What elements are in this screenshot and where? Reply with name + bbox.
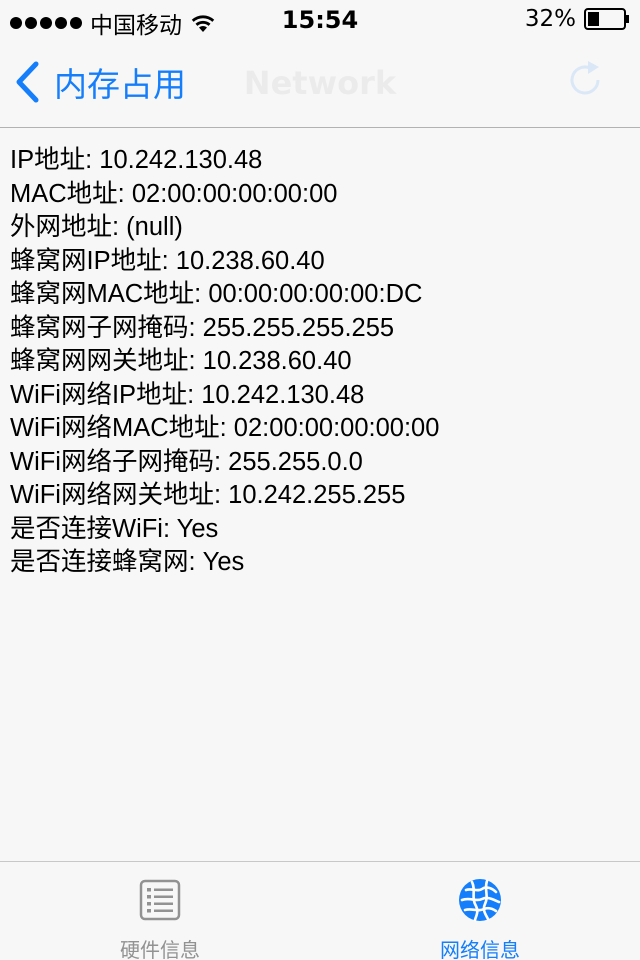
- info-cellular-ip: 蜂窝网IP地址: 10.238.60.40: [10, 246, 325, 275]
- battery-icon: [584, 8, 629, 30]
- status-bar: 中国移动 15:54 32%: [0, 0, 640, 40]
- network-info-list: IP地址: 10.242.130.48 MAC地址: 02:00:00:00:0…: [10, 144, 630, 580]
- info-mac-address: MAC地址: 02:00:00:00:00:00: [10, 179, 338, 208]
- nav-title: Network: [0, 64, 640, 102]
- tab-network-info[interactable]: 网络信息: [320, 862, 640, 960]
- info-wifi-subnet: WiFi网络子网掩码: 255.255.0.0: [10, 447, 363, 476]
- info-ip-address: IP地址: 10.242.130.48: [10, 146, 263, 174]
- tab-hardware-info[interactable]: 硬件信息: [0, 862, 320, 960]
- info-wifi-ip: WiFi网络IP地址: 10.242.130.48: [10, 380, 365, 409]
- tab-network-info-label: 网络信息: [440, 938, 520, 960]
- screen: 中国移动 15:54 32% 内存占用 Network: [0, 0, 640, 960]
- info-cellular-gateway: 蜂窝网网关地址: 10.238.60.40: [10, 347, 352, 375]
- info-wifi-connected: 是否连接WiFi: Yes: [10, 514, 219, 543]
- tab-bar: 硬件信息 网络信息: [0, 861, 640, 960]
- tab-hardware-info-label: 硬件信息: [120, 938, 200, 960]
- info-wifi-gateway: WiFi网络网关地址: 10.242.255.255: [10, 481, 406, 509]
- globe-icon: [459, 879, 501, 922]
- battery-percentage: 32%: [524, 6, 576, 32]
- info-cellular-subnet: 蜂窝网子网掩码: 255.255.255.255: [10, 313, 395, 342]
- info-wifi-mac: WiFi网络MAC地址: 02:00:00:00:00:00: [10, 414, 440, 442]
- list-icon: [139, 879, 181, 921]
- info-cellular-mac: 蜂窝网MAC地址: 00:00:00:00:00:DC: [10, 280, 423, 308]
- info-cellular-connected: 是否连接蜂窝网: Yes: [10, 548, 245, 576]
- status-right: 32%: [525, 6, 630, 32]
- info-external-address: 外网地址: (null): [10, 213, 183, 241]
- navigation-bar: 内存占用 Network: [0, 40, 640, 128]
- refresh-icon[interactable]: [564, 58, 608, 102]
